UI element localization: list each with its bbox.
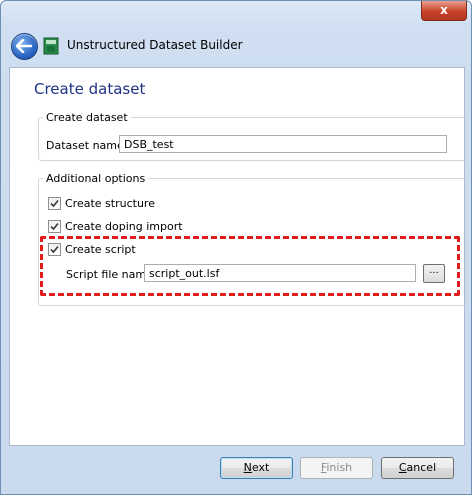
finish-label: Finish (320, 461, 353, 474)
script-file-name-input[interactable]: script_out.lsf (144, 264, 416, 282)
create-structure-checkbox[interactable] (48, 197, 61, 210)
wizard-content: Create dataset Create dataset Dataset na… (9, 67, 467, 446)
page-title: Create dataset (34, 80, 146, 98)
wizard-window: x Unstructured Dataset Builder Create da… (0, 0, 472, 495)
additional-options-legend: Additional options (46, 172, 146, 185)
close-button[interactable]: x (421, 1, 467, 21)
app-icon (43, 37, 59, 55)
create-doping-import-label: Create doping import (65, 220, 183, 233)
next-button[interactable]: Next (220, 457, 293, 479)
create-structure-label: Create structure (65, 197, 155, 210)
cancel-button[interactable]: Cancel (381, 457, 454, 479)
finish-button[interactable]: Finish (300, 457, 373, 479)
checkmark-icon (50, 222, 59, 231)
script-file-name-label: Script file name (66, 268, 153, 281)
create-doping-import-checkbox[interactable] (48, 220, 61, 233)
dataset-name-label: Dataset name (46, 139, 124, 152)
checkmark-icon (50, 199, 59, 208)
next-label: Next (243, 461, 270, 474)
arrow-left-icon (16, 39, 32, 53)
browse-button[interactable]: ... (423, 264, 445, 283)
create-script-label: Create script (65, 243, 136, 256)
title-row: Unstructured Dataset Builder (9, 31, 465, 61)
cancel-label: Cancel (398, 461, 437, 474)
dataset-name-input[interactable]: DSB_test (119, 135, 447, 153)
checkmark-icon (50, 245, 59, 254)
window-title: Unstructured Dataset Builder (67, 38, 243, 52)
close-icon: x (440, 3, 448, 17)
create-script-checkbox[interactable] (48, 243, 61, 256)
back-button[interactable] (11, 33, 38, 60)
create-dataset-legend: Create dataset (46, 111, 128, 124)
